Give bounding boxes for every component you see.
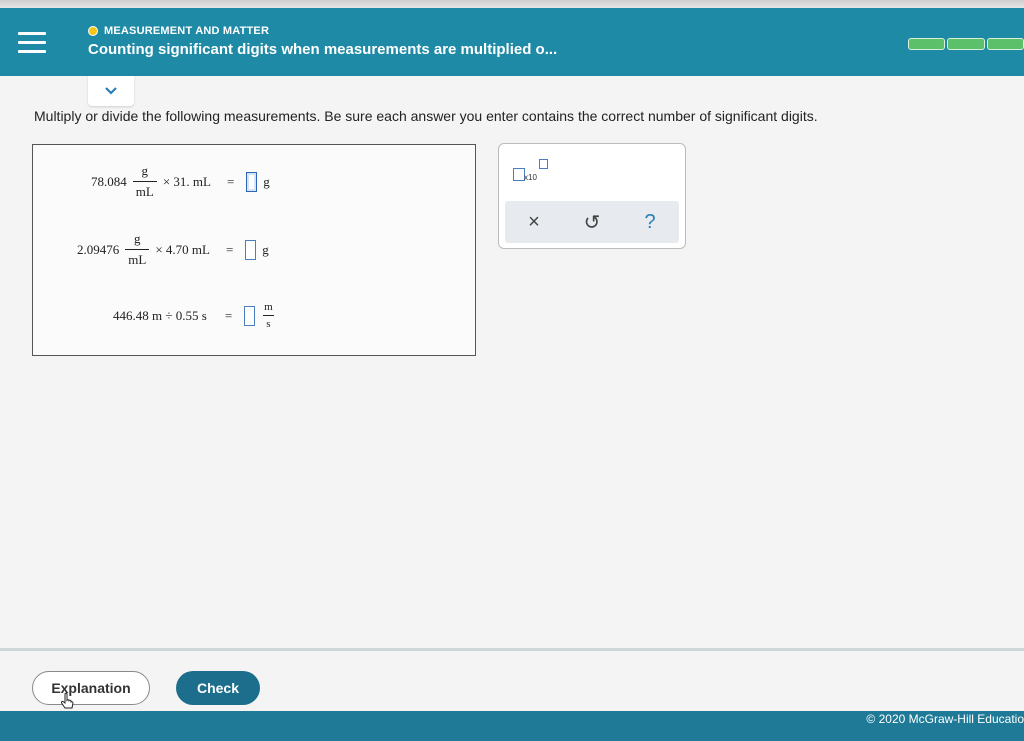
progress-bar	[908, 38, 1024, 50]
undo-button[interactable]: ↺	[577, 207, 607, 237]
copyright-text: © 2020 McGraw-Hill Educatio	[866, 712, 1024, 726]
hand-cursor-icon	[60, 692, 74, 709]
page-title: Counting significant digits when measure…	[88, 41, 558, 58]
problem-3-lead: 446.48 m ÷ 0.55 s	[113, 307, 207, 323]
fraction-numerator: g	[141, 163, 149, 178]
undo-icon: ↺	[583, 211, 601, 234]
palette-actions: × ↺ ?	[505, 201, 679, 243]
screen: MEASUREMENT AND MATTER Counting signific…	[0, 0, 1024, 741]
problem-1-lead: 78.084	[91, 173, 127, 189]
instructions-text: Multiply or divide the following measure…	[34, 108, 818, 124]
topic-row: MEASUREMENT AND MATTER	[88, 25, 557, 37]
check-button[interactable]: Check	[176, 671, 260, 705]
answer-3-unit: m s	[261, 301, 276, 330]
equals-sign: =	[225, 241, 234, 257]
explanation-button[interactable]: Explanation	[32, 671, 150, 705]
problem-box: 78.084 g mL × 31. mL = g 2.09476 g mL × …	[32, 144, 476, 356]
fraction-numerator: g	[134, 231, 141, 246]
equals-sign: =	[224, 307, 233, 323]
exponent-box-icon	[539, 159, 548, 169]
problem-3: 446.48 m ÷ 0.55 s = m s	[113, 301, 276, 330]
problem-2-lead: 2.09476	[77, 241, 120, 257]
answer-2-input[interactable]	[245, 239, 257, 260]
fraction-denominator: mL	[125, 249, 150, 268]
unit-numerator: m	[264, 301, 273, 313]
unit-denominator: s	[263, 315, 274, 330]
question-icon: ?	[644, 210, 656, 233]
hamburger-menu-icon[interactable]	[18, 32, 46, 58]
problem-2: 2.09476 g mL × 4.70 mL = g	[77, 231, 269, 268]
header-text: MEASUREMENT AND MATTER Counting signific…	[88, 25, 557, 58]
footer-divider	[0, 648, 1024, 651]
fraction-denominator: mL	[132, 181, 157, 200]
problem-1-operation: × 31. mL	[162, 173, 211, 189]
header-bar: MEASUREMENT AND MATTER Counting signific…	[0, 8, 1024, 76]
progress-segment	[986, 38, 1024, 50]
chevron-down-icon	[105, 87, 117, 95]
progress-segment	[947, 38, 985, 50]
help-button[interactable]: ?	[635, 207, 665, 237]
topic-label: MEASUREMENT AND MATTER	[104, 25, 270, 37]
answer-1-input[interactable]	[246, 171, 258, 192]
problem-1: 78.084 g mL × 31. mL = g	[91, 163, 270, 200]
clear-button[interactable]: ×	[519, 207, 549, 237]
equals-sign: =	[226, 173, 235, 189]
topic-status-dot-icon	[88, 26, 98, 36]
problem-2-fraction: g mL	[125, 231, 150, 268]
scientific-notation-button[interactable]: x10	[513, 158, 553, 186]
bezel	[0, 0, 1024, 8]
expand-header-button[interactable]	[88, 76, 134, 106]
math-tool-palette: x10 × ↺ ?	[498, 143, 686, 249]
answer-2-unit: g	[262, 241, 269, 257]
close-icon: ×	[528, 210, 540, 233]
problem-2-operation: × 4.70 mL	[155, 241, 210, 257]
progress-segment	[908, 38, 946, 50]
answer-1-unit: g	[263, 173, 270, 189]
answer-3-input[interactable]	[244, 305, 256, 326]
problem-1-fraction: g mL	[132, 163, 157, 200]
x10-label: x10	[524, 173, 537, 182]
